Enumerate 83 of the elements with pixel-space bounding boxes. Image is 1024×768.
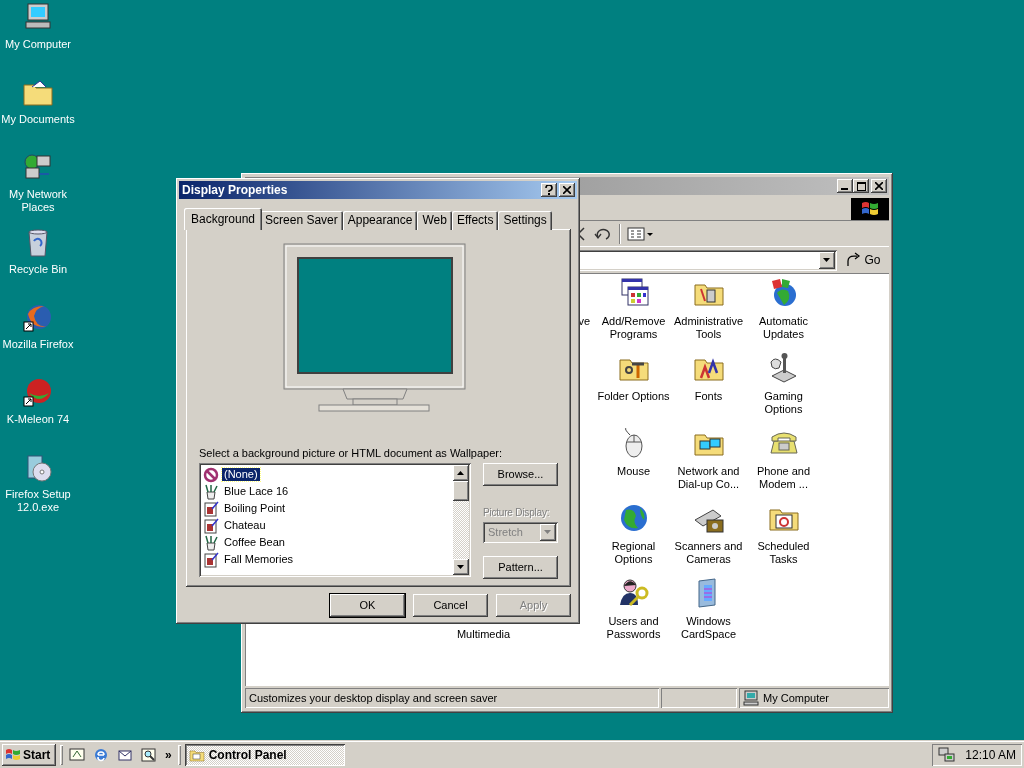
round-logo-icon[interactable] <box>22 377 54 409</box>
maximize-button[interactable] <box>853 179 869 193</box>
item-label[interactable]: Add/Remove Programs <box>596 315 671 341</box>
item-label[interactable]: Administrative Tools <box>671 315 746 341</box>
item-label[interactable]: Gaming Options <box>746 390 821 416</box>
fox-globe-icon[interactable] <box>22 302 54 334</box>
item-label[interactable]: Multimedia <box>446 628 521 641</box>
item-label[interactable]: Fonts <box>671 390 746 403</box>
scroll-up-button[interactable] <box>453 465 469 481</box>
folder-window-icon <box>188 747 205 763</box>
computer-icon <box>743 690 759 706</box>
icon-label[interactable]: Mozilla Firefox <box>0 338 78 351</box>
icon-label[interactable]: My Documents <box>0 113 78 126</box>
icon-label[interactable]: K-Meleon 74 <box>0 413 78 426</box>
picture-document-icon <box>203 551 219 568</box>
list-item[interactable]: (None) <box>203 466 451 483</box>
paint-cup-icon <box>203 534 219 551</box>
tab[interactable]: Settings <box>498 211 552 230</box>
list-item[interactable]: Coffee Bean <box>203 534 451 551</box>
item-label[interactable]: Phone and Modem ... <box>746 465 821 491</box>
close-icon <box>563 186 571 194</box>
browse-button[interactable]: Browse... <box>483 463 558 486</box>
network-icon[interactable] <box>938 747 956 763</box>
icon-label[interactable]: Recycle Bin <box>0 263 78 276</box>
no-entry-icon <box>203 466 219 483</box>
picture-document-icon <box>203 517 219 534</box>
search-icon[interactable] <box>139 745 159 765</box>
item-label[interactable]: Regional Options <box>596 540 671 566</box>
tab[interactable]: Screen Saver <box>260 211 343 230</box>
item-label[interactable]: Scanners and Cameras <box>671 540 746 566</box>
item-label[interactable]: Mouse <box>596 465 671 478</box>
windows-logo-icon <box>851 197 889 220</box>
taskbar-button[interactable]: Control Panel <box>184 744 345 766</box>
go-arrow-icon <box>845 252 862 268</box>
scroll-thumb[interactable] <box>453 481 469 501</box>
pattern-button[interactable]: Pattern... <box>483 556 558 579</box>
dropdown-button[interactable] <box>819 251 836 269</box>
scroll-down-button[interactable] <box>453 559 469 575</box>
caret-down-icon <box>823 257 832 263</box>
clock: 12:10 AM <box>965 748 1016 762</box>
item-label[interactable]: Folder Options <box>596 390 671 403</box>
list-item[interactable]: Fall Memories <box>203 551 451 568</box>
minimize-button[interactable] <box>837 179 853 193</box>
more-button[interactable]: » <box>163 748 174 762</box>
wallpaper-instruction: Select a background picture or HTML document as Wallpaper: <box>199 447 504 460</box>
windows-logo-icon <box>5 748 21 762</box>
scrollbar[interactable] <box>453 465 469 575</box>
picture-document-icon <box>203 500 219 517</box>
views-icon[interactable] <box>627 225 655 242</box>
picture-display-label: Picture Display: <box>483 506 551 519</box>
dialog-button[interactable]: Cancel <box>413 594 488 617</box>
list-item[interactable]: Chateau <box>203 517 451 534</box>
wallpaper-list[interactable]: (None) Blue Lace 16 Boiling Point Chateau Coffee Bean Fall Memories <box>199 463 471 577</box>
status-text: Customizes your desktop display and screen saver <box>245 688 659 708</box>
help-icon <box>545 185 553 195</box>
icon-label[interactable]: My Computer <box>0 38 78 51</box>
maximize-icon <box>856 181 866 191</box>
icon-label[interactable]: Firefox Setup 12.0.exe <box>0 488 78 514</box>
item-label[interactable]: Network and Dial-up Co... <box>671 465 746 491</box>
tab[interactable]: Effects <box>451 211 499 230</box>
caret-down-icon <box>457 564 465 570</box>
zone-label: My Computer <box>763 691 830 705</box>
paint-cup-icon <box>203 483 219 500</box>
item-label[interactable]: Windows CardSpace <box>671 615 746 641</box>
close-button[interactable] <box>559 183 575 197</box>
close-button[interactable] <box>871 179 887 193</box>
tab[interactable]: Web <box>417 211 452 230</box>
caret-up-icon <box>457 470 465 476</box>
dialog-title: Display Properties <box>182 183 289 197</box>
close-icon <box>875 182 883 190</box>
item-label[interactable]: Users and Passwords <box>596 615 671 641</box>
item-label[interactable]: Automatic Updates <box>746 315 821 341</box>
tab[interactable]: Appearance <box>342 211 418 230</box>
item-label[interactable]: Scheduled Tasks <box>746 540 821 566</box>
help-button[interactable] <box>541 183 557 197</box>
list-item[interactable]: Blue Lace 16 <box>203 483 451 500</box>
dialog-button[interactable]: OK <box>330 594 405 617</box>
list-item[interactable]: Boiling Point <box>203 500 451 517</box>
start-button[interactable]: Start <box>2 744 56 766</box>
caret-down-icon <box>544 530 552 535</box>
tab[interactable]: Background <box>184 208 263 230</box>
icon-label[interactable]: My Network Places <box>0 188 78 214</box>
people-key-icon[interactable] <box>617 577 650 609</box>
